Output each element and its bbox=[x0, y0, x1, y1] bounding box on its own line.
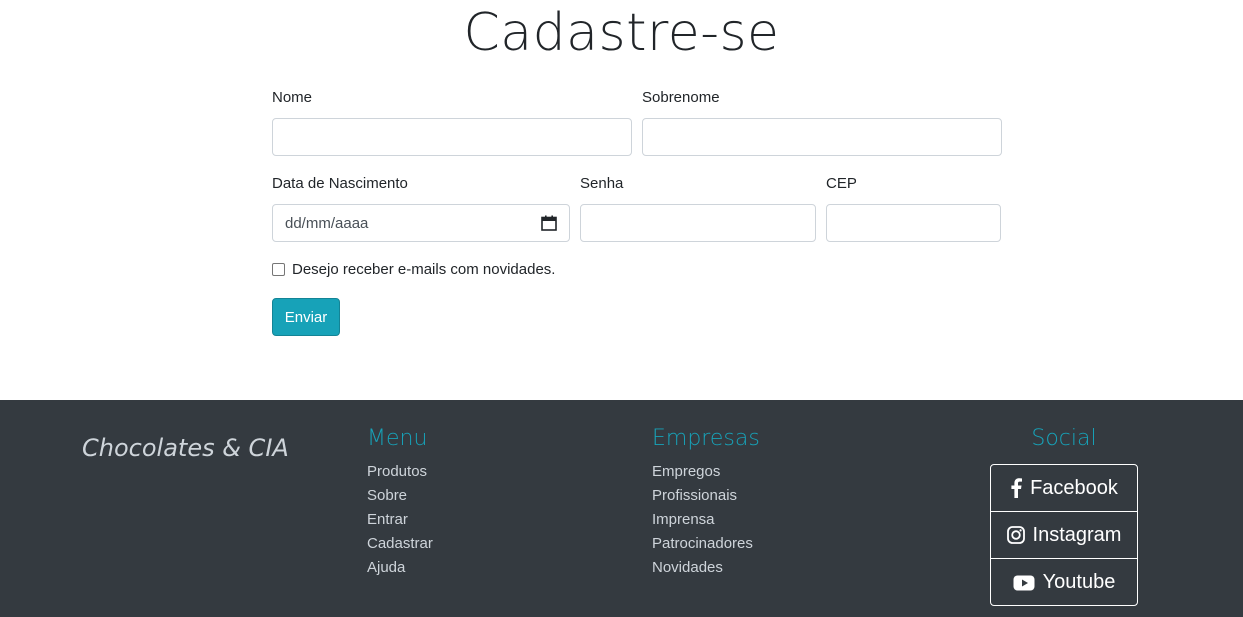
companies-title: Empresas bbox=[652, 426, 760, 451]
facebook-label: Facebook bbox=[1030, 476, 1118, 499]
first-name-label: Nome bbox=[272, 89, 313, 106]
menu-link-entrar[interactable]: Entrar bbox=[367, 511, 408, 528]
submit-button[interactable]: Enviar bbox=[272, 298, 340, 336]
newsletter-label[interactable]: Desejo receber e-mails com novidades. bbox=[292, 261, 555, 278]
companies-list: Empregos Profissionais Imprensa Patrocin… bbox=[652, 460, 753, 580]
password-label: Senha bbox=[580, 175, 624, 192]
newsletter-checkbox[interactable] bbox=[272, 263, 285, 276]
youtube-icon bbox=[1013, 575, 1035, 591]
birth-date-label: Data de Nascimento bbox=[272, 175, 408, 192]
youtube-label: Youtube bbox=[1042, 571, 1116, 593]
menu-list: Produtos Sobre Entrar Cadastrar Ajuda bbox=[367, 460, 433, 580]
companies-item-profissionais[interactable]: Profissionais bbox=[652, 484, 753, 508]
facebook-icon bbox=[1010, 478, 1023, 498]
menu-title: Menu bbox=[367, 426, 428, 451]
menu-item-sobre[interactable]: Sobre bbox=[367, 484, 433, 508]
instagram-link[interactable]: Instagram bbox=[991, 512, 1137, 559]
companies-item-imprensa[interactable]: Imprensa bbox=[652, 508, 753, 532]
companies-link-patrocinadores[interactable]: Patrocinadores bbox=[652, 535, 753, 552]
footer-brand: Chocolates & CIA bbox=[82, 434, 289, 462]
first-name-input[interactable] bbox=[272, 118, 632, 156]
menu-link-sobre[interactable]: Sobre bbox=[367, 487, 407, 504]
menu-link-ajuda[interactable]: Ajuda bbox=[367, 559, 405, 576]
cep-input[interactable] bbox=[826, 204, 1001, 242]
companies-link-novidades[interactable]: Novidades bbox=[652, 559, 723, 576]
menu-item-ajuda[interactable]: Ajuda bbox=[367, 556, 433, 580]
password-input[interactable] bbox=[580, 204, 816, 242]
companies-link-imprensa[interactable]: Imprensa bbox=[652, 511, 715, 528]
instagram-label: Instagram bbox=[1032, 523, 1122, 546]
footer: Chocolates & CIA Menu Produtos Sobre Ent… bbox=[0, 400, 1243, 617]
cep-label: CEP bbox=[826, 175, 857, 192]
facebook-link[interactable]: Facebook bbox=[991, 465, 1137, 512]
companies-item-patrocinadores[interactable]: Patrocinadores bbox=[652, 532, 753, 556]
companies-link-profissionais[interactable]: Profissionais bbox=[652, 487, 737, 504]
social-links: Facebook Instagram Youtube bbox=[990, 464, 1138, 606]
last-name-label: Sobrenome bbox=[642, 89, 720, 106]
calendar-icon[interactable] bbox=[541, 215, 557, 231]
instagram-icon bbox=[1006, 526, 1025, 544]
menu-item-produtos[interactable]: Produtos bbox=[367, 460, 433, 484]
companies-link-empregos[interactable]: Empregos bbox=[652, 463, 720, 480]
companies-item-novidades[interactable]: Novidades bbox=[652, 556, 753, 580]
youtube-link[interactable]: Youtube bbox=[991, 559, 1137, 606]
menu-item-cadastrar[interactable]: Cadastrar bbox=[367, 532, 433, 556]
menu-link-cadastrar[interactable]: Cadastrar bbox=[367, 535, 433, 552]
social-title: Social bbox=[1031, 426, 1097, 451]
birth-date-input[interactable]: dd/mm/aaaa bbox=[272, 204, 570, 242]
last-name-input[interactable] bbox=[642, 118, 1002, 156]
birth-date-placeholder: dd/mm/aaaa bbox=[285, 214, 369, 232]
menu-item-entrar[interactable]: Entrar bbox=[367, 508, 433, 532]
companies-item-empregos[interactable]: Empregos bbox=[652, 460, 753, 484]
menu-link-produtos[interactable]: Produtos bbox=[367, 463, 427, 480]
page-title: Cadastre-se bbox=[463, 3, 780, 63]
